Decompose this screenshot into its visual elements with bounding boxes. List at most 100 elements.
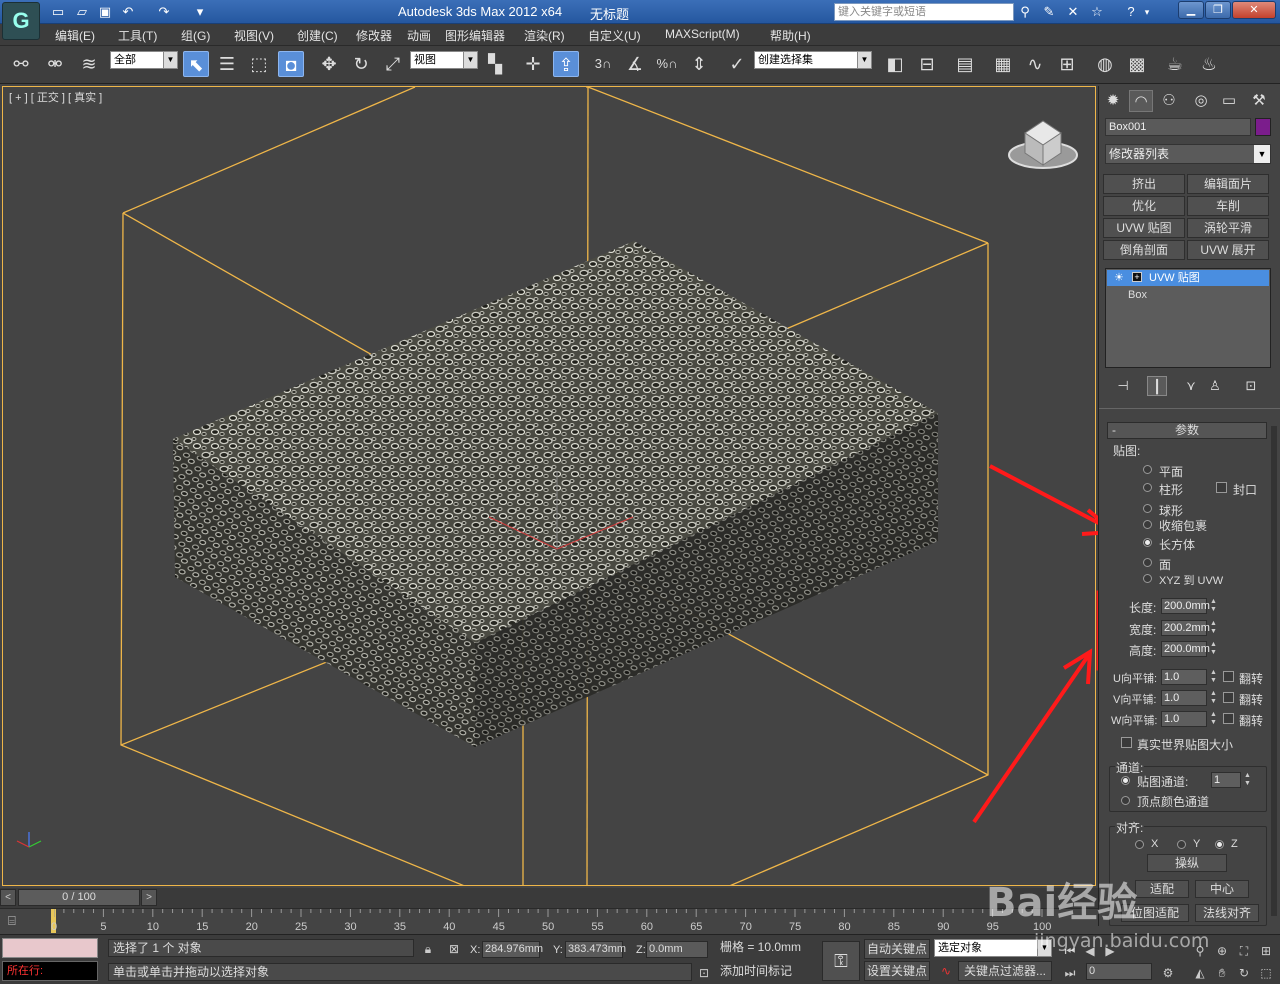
schematic-view-icon[interactable]: ⊞: [1054, 51, 1080, 77]
zoom-all-icon[interactable]: ⊕: [1214, 943, 1230, 959]
key-mode-toggle-icon[interactable]: ⏭: [1062, 965, 1078, 981]
maximize-viewport-icon[interactable]: ⬚: [1258, 965, 1274, 981]
listener-status[interactable]: 所在行:: [2, 961, 98, 981]
select-and-manipulate-icon[interactable]: ✛: [520, 51, 546, 77]
modifier-edit-patch-button[interactable]: 编辑面片: [1187, 174, 1269, 194]
tools-icon[interactable]: ✕: [1064, 3, 1082, 21]
radio-vertex-color-channel[interactable]: [1121, 796, 1130, 805]
real-world-map-size-checkbox[interactable]: [1121, 737, 1132, 748]
select-object-icon[interactable]: ⬉: [183, 51, 209, 77]
parameters-rollout-header[interactable]: - 参数: [1107, 422, 1267, 439]
communication-icon[interactable]: ✎: [1040, 3, 1058, 21]
modifier-bevel-profile-button[interactable]: 倒角剖面: [1103, 240, 1185, 260]
expand-plus-icon[interactable]: +: [1132, 272, 1142, 282]
zoom-extents-icon[interactable]: ⛶: [1236, 943, 1252, 959]
favorites-star-icon[interactable]: ☆: [1088, 3, 1106, 21]
maximize-button[interactable]: ❐: [1205, 1, 1231, 19]
menu-group[interactable]: 组(G): [181, 27, 210, 44]
modifier-list-dropdown[interactable]: 修改器列表 ▼: [1105, 144, 1271, 164]
snaps-toggle-icon[interactable]: 3∩: [590, 51, 616, 77]
render-setup-icon[interactable]: ▩: [1124, 51, 1150, 77]
orbit-icon[interactable]: ↻: [1236, 965, 1252, 981]
light-bulb-icon[interactable]: ☀: [1114, 271, 1124, 284]
track-bar[interactable]: ⌸ 0 5 10 15 20 25 30 35 40 45 50 55 60 65 70 75 80 85 90 95…: [0, 908, 1098, 934]
time-slider-next-button[interactable]: >: [141, 889, 157, 906]
select-and-rotate-icon[interactable]: ↻: [348, 51, 374, 77]
time-slider-thumb[interactable]: 0 / 100: [18, 889, 140, 906]
select-by-name-icon[interactable]: ☰: [214, 51, 240, 77]
radio-face[interactable]: [1143, 558, 1152, 567]
radio-align-y[interactable]: [1177, 840, 1186, 849]
layer-manager-icon[interactable]: ▤: [952, 51, 978, 77]
default-tangent-icon[interactable]: ∿: [938, 963, 954, 979]
lock-selection-icon[interactable]: 🔒︎: [420, 941, 436, 957]
height-spinner[interactable]: 200.0mm: [1161, 641, 1210, 657]
menu-rendering[interactable]: 渲染(R): [524, 27, 565, 44]
open-file-icon[interactable]: ▱: [74, 4, 90, 20]
graphite-tools-icon[interactable]: ▦: [990, 51, 1016, 77]
radio-xyz-to-uvw[interactable]: [1143, 574, 1152, 583]
normal-align-button[interactable]: 法线对齐: [1195, 904, 1259, 922]
pivot-center-icon[interactable]: ▚: [482, 51, 508, 77]
radio-planar[interactable]: [1143, 465, 1152, 474]
add-time-tag[interactable]: 添加时间标记: [716, 963, 820, 981]
modify-tab-icon[interactable]: ◠: [1129, 90, 1153, 112]
motion-tab-icon[interactable]: ◎: [1189, 90, 1213, 112]
cap-checkbox[interactable]: [1216, 482, 1227, 493]
select-and-link-icon[interactable]: ⚯: [8, 51, 34, 77]
map-channel-spinner[interactable]: 1: [1211, 772, 1241, 788]
create-tab-icon[interactable]: ✹: [1101, 90, 1125, 112]
help-icon[interactable]: ?: [1122, 3, 1140, 21]
key-filters-button[interactable]: 关键点过滤器...: [958, 961, 1052, 981]
remove-modifier-icon[interactable]: ♙: [1205, 376, 1225, 396]
menu-edit[interactable]: 编辑(E): [55, 27, 95, 44]
radio-shrink-wrap[interactable]: [1143, 520, 1152, 529]
save-file-icon[interactable]: ▣: [97, 4, 113, 20]
v-tile-spinner[interactable]: 1.0: [1161, 690, 1207, 706]
viewcube-icon[interactable]: [1008, 120, 1078, 169]
angle-snap-icon[interactable]: ∡: [622, 51, 648, 77]
hierarchy-tab-icon[interactable]: ⚇: [1157, 90, 1181, 112]
mini-curve-editor-icon[interactable]: ⌸: [8, 913, 34, 931]
align-icon[interactable]: ⊟: [914, 51, 940, 77]
menu-tools[interactable]: 工具(T): [118, 27, 157, 44]
render-production-icon[interactable]: ♨: [1196, 51, 1222, 77]
radio-map-channel[interactable]: [1121, 776, 1130, 785]
curve-editor-icon[interactable]: ∿: [1022, 51, 1048, 77]
modifier-unwrap-uvw-button[interactable]: UVW 展开: [1187, 240, 1269, 260]
new-file-icon[interactable]: ▭: [50, 4, 66, 20]
menu-modifiers[interactable]: 修改器: [356, 27, 392, 44]
v-flip-checkbox[interactable]: [1223, 692, 1234, 703]
length-spinner[interactable]: 200.0mm: [1161, 598, 1210, 614]
quick-access-dropdown-icon[interactable]: ▾: [192, 4, 208, 20]
app-logo-icon[interactable]: G: [2, 2, 40, 40]
u-tile-spinner-arrows-icon[interactable]: ▲ ▼: [1209, 669, 1218, 685]
menu-create[interactable]: 创建(C): [297, 27, 338, 44]
zoom-extents-all-icon[interactable]: ⊞: [1258, 943, 1274, 959]
w-tile-spinner-arrows-icon[interactable]: ▲ ▼: [1209, 711, 1218, 727]
selection-filter-dropdown[interactable]: 全部 ▼: [110, 51, 178, 69]
percent-snap-icon[interactable]: %∩: [654, 51, 680, 77]
modifier-turbosmooth-button[interactable]: 涡轮平滑: [1187, 218, 1269, 238]
center-button[interactable]: 中心: [1195, 880, 1249, 898]
rectangular-selection-icon[interactable]: ⬚: [246, 51, 272, 77]
field-of-view-icon[interactable]: ◭: [1192, 965, 1208, 981]
radio-cylindrical[interactable]: [1143, 483, 1152, 492]
object-color-swatch[interactable]: [1255, 118, 1271, 136]
edit-named-selection-icon[interactable]: ✓: [724, 51, 750, 77]
menu-animation[interactable]: 动画: [407, 27, 431, 44]
select-and-scale-icon[interactable]: ⤢: [380, 51, 406, 77]
w-flip-checkbox[interactable]: [1223, 713, 1234, 724]
modifier-lathe-button[interactable]: 车削: [1187, 196, 1269, 216]
show-end-result-icon[interactable]: ┃: [1147, 376, 1167, 396]
maxscript-mini-listener[interactable]: [2, 938, 98, 958]
width-spinner[interactable]: 200.2mm: [1161, 620, 1210, 636]
material-editor-icon[interactable]: ◍: [1092, 51, 1118, 77]
perspective-viewport[interactable]: [ + ] [ 正交 ] [ 真实 ]: [2, 86, 1096, 886]
pan-view-icon[interactable]: ✋︎: [1214, 965, 1230, 981]
time-slider-prev-button[interactable]: <: [0, 889, 16, 906]
named-selection-dropdown[interactable]: 创建选择集 ▼: [754, 51, 872, 69]
binoculars-icon[interactable]: ⚲: [1016, 3, 1034, 21]
fit-button[interactable]: 适配: [1135, 880, 1189, 898]
close-button[interactable]: ✕: [1232, 1, 1276, 19]
